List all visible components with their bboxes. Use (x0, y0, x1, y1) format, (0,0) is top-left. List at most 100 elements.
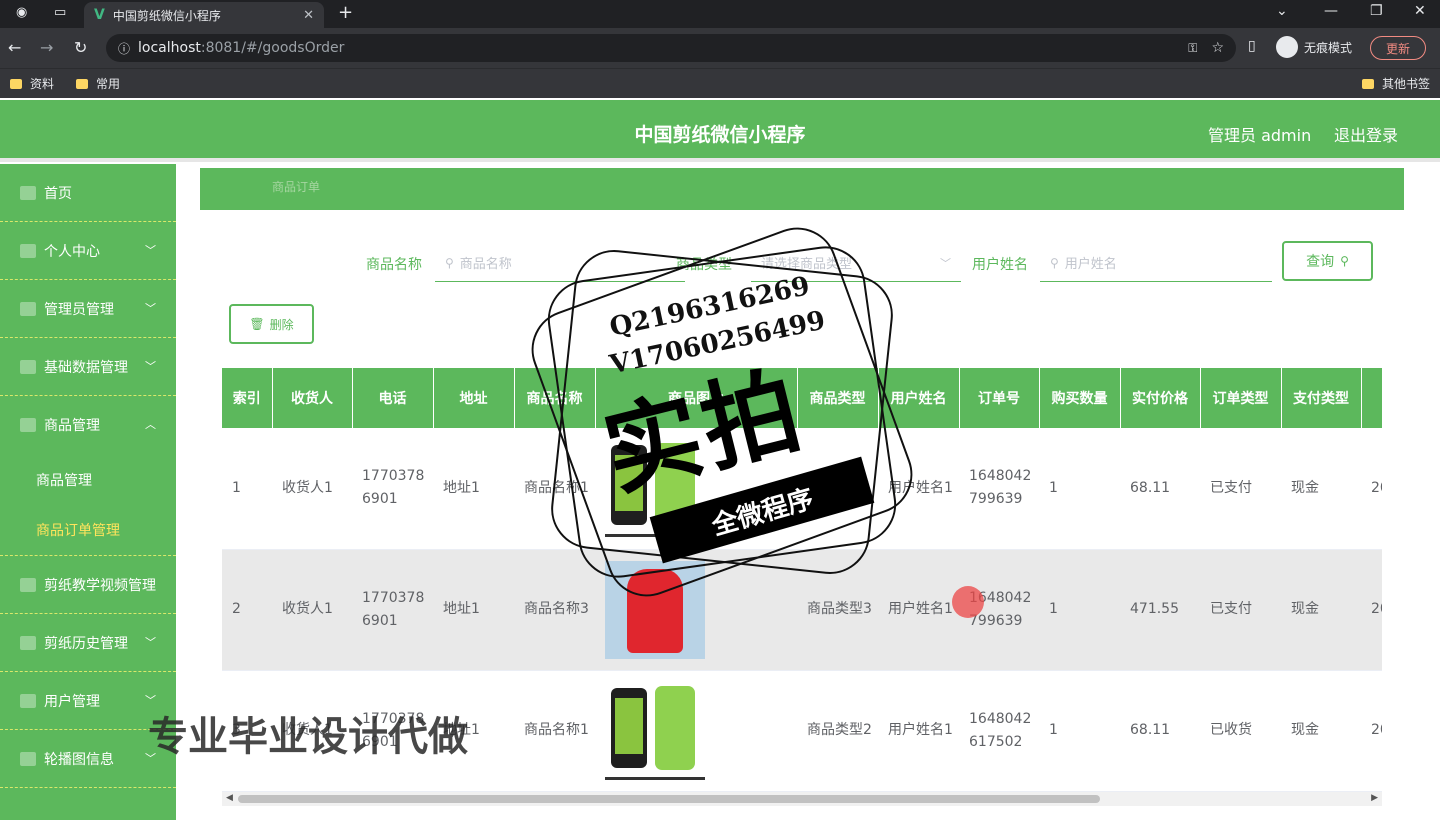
delete-label: 删除 (269, 317, 294, 332)
update-label: 更新 (1385, 41, 1410, 56)
sidebar-item-admin-manage[interactable]: 管理员管理 ﹀ (0, 280, 176, 338)
cursor-highlight (952, 586, 984, 618)
sidebar-subitem-goods[interactable]: 商品管理 (0, 454, 176, 505)
scroll-right-icon[interactable]: ▶ (1371, 793, 1378, 803)
cell-pay-type: 现金 (1281, 428, 1361, 550)
table-horizontal-scrollbar[interactable]: ◀ ▶ (222, 792, 1382, 806)
reload-icon[interactable]: ↻ (74, 38, 87, 57)
search-icon: ⚲ (1050, 255, 1059, 270)
sidebar-item-label: 剪纸历史管理 (44, 635, 128, 652)
tab-strip-icon[interactable]: ▭ (54, 5, 66, 20)
admin-icon (20, 301, 36, 316)
minimize-icon[interactable]: — (1324, 3, 1338, 19)
scrollbar-thumb[interactable] (238, 795, 1100, 803)
sidebar-item-label: 首页 (44, 185, 72, 202)
cell-order-type: 已支付 (1200, 428, 1281, 550)
bookmark-label: 资料 (30, 77, 55, 91)
goods-name-label: 商品名称 (366, 257, 422, 273)
column-header: 订单类型 (1200, 368, 1282, 428)
column-header: 索引 (222, 368, 273, 428)
bookmark-label: 常用 (96, 77, 121, 91)
sidebar-item-label: 基础数据管理 (44, 359, 128, 376)
sidebar-toggle-icon[interactable]: ▯ (1248, 38, 1256, 54)
watermark-text: 专业毕业设计代做 (148, 714, 468, 760)
incognito-indicator[interactable]: 无痕模式 (1276, 36, 1352, 58)
cell-time: 20-20: (1361, 549, 1382, 671)
breadcrumb-current[interactable]: 商品订单 (272, 178, 320, 195)
url-path: :8081/#/goodsOrder (200, 40, 345, 56)
cell-qty: 1 (1039, 549, 1120, 671)
column-header: 收货人 (272, 368, 353, 428)
sidebar-item-personal-center[interactable]: 个人中心 ﹀ (0, 222, 176, 280)
back-icon[interactable]: ← (8, 38, 21, 57)
address-bar: ← → ↻ ⓘ localhost :8081/#/goodsOrder ⚿ ☆… (0, 28, 1440, 68)
scroll-left-icon[interactable]: ◀ (226, 793, 233, 803)
search-icon: ⚲ (445, 255, 454, 270)
browser-tab[interactable]: V 中国剪纸微信小程序 ✕ (84, 2, 324, 28)
tab-title: 中国剪纸微信小程序 (112, 8, 221, 23)
cell-goods-type: 商品类型2 (797, 670, 878, 792)
chevron-up-icon: ︿ (145, 418, 156, 431)
query-button[interactable]: 查询 ⚲ (1282, 241, 1373, 281)
sidebar-item-goods-manage[interactable]: 商品管理 ︿ (0, 396, 176, 454)
trash-icon: 🗑 (249, 317, 265, 331)
column-header: 地址 (433, 368, 515, 428)
sidebar-item-base-data[interactable]: 基础数据管理 ﹀ (0, 338, 176, 396)
folder-icon (10, 78, 22, 89)
bookmark-item[interactable]: 常用 (76, 75, 120, 92)
cell-index: 1 (222, 428, 272, 550)
cell-qty: 1 (1039, 428, 1120, 550)
cell-order-no: 1648042617502 (959, 670, 1039, 792)
cell-time: 20-26: (1361, 670, 1382, 792)
sidebar-item-home[interactable]: 首页 (0, 164, 176, 222)
bookmark-item[interactable]: 资料 (10, 75, 54, 92)
key-icon[interactable]: ⚿ (1188, 41, 1197, 56)
forward-icon[interactable]: → (40, 38, 53, 57)
sidebar-item-label: 轮播图信息 (44, 751, 114, 768)
new-tab-icon[interactable]: + (338, 2, 353, 23)
user-name-label: 用户姓名 (972, 257, 1028, 273)
sidebar-item-video-manage[interactable]: 剪纸教学视频管理 (0, 556, 176, 614)
chevron-down-icon[interactable]: ⌄ (1276, 3, 1288, 19)
goods-image-phone[interactable] (605, 681, 705, 780)
column-header: 支付类型 (1281, 368, 1362, 428)
cell-receiver: 收货人1 (272, 549, 352, 671)
grid-icon (20, 359, 36, 374)
window-close-icon[interactable]: ✕ (1414, 3, 1426, 19)
other-bookmarks[interactable]: 其他书签 (1362, 75, 1430, 92)
bookmarks-bar: 资料 常用 其他书签 (0, 68, 1440, 98)
sidebar-subitem-goods-order[interactable]: 商品订单管理 (0, 505, 176, 556)
url-input[interactable]: ⓘ localhost :8081/#/goodsOrder ⚿ ☆ (106, 34, 1236, 62)
sidebar-item-label: 用户管理 (44, 693, 100, 710)
users-icon (20, 693, 36, 708)
cell-phone: 17703786901 (352, 428, 433, 550)
cell-price: 68.11 (1120, 428, 1200, 550)
sidebar-item-label: 管理员管理 (44, 301, 114, 318)
goods-name-placeholder: 商品名称 (459, 257, 512, 272)
delete-button[interactable]: 🗑 删除 (229, 304, 314, 344)
cell-price: 471.55 (1120, 549, 1200, 671)
info-icon[interactable]: ⓘ (118, 40, 130, 57)
vue-logo-icon: V (94, 7, 105, 23)
tab-close-icon[interactable]: ✕ (303, 8, 314, 23)
cell-time: 20-20: (1361, 428, 1382, 550)
globe-icon[interactable]: ◉ (16, 5, 27, 20)
logout-button[interactable]: 退出登录 (1334, 122, 1398, 146)
sidebar-item-history-manage[interactable]: 剪纸历史管理 ﹀ (0, 614, 176, 672)
star-icon[interactable]: ☆ (1211, 40, 1224, 56)
incognito-label: 无痕模式 (1304, 40, 1353, 55)
restore-icon[interactable]: ❐ (1370, 3, 1383, 19)
user-icon (20, 243, 36, 258)
chevron-down-icon: ﹀ (145, 302, 156, 315)
cell-index: 2 (222, 549, 272, 671)
query-label: 查询 (1306, 254, 1335, 270)
user-name-input[interactable]: ⚲ 用户姓名 (1040, 244, 1272, 282)
chevron-down-icon: ﹀ (145, 636, 156, 649)
update-button[interactable]: 更新 (1370, 36, 1426, 60)
other-bookmarks-label: 其他书签 (1382, 77, 1431, 91)
user-name-placeholder: 用户姓名 (1064, 257, 1117, 272)
phone-back-shape (655, 685, 695, 770)
app-header: 中国剪纸微信小程序 管理员 admin 退出登录 (0, 100, 1440, 162)
cell-goods-name: 商品名称1 (514, 670, 595, 792)
search-icon: ⚲ (1340, 254, 1349, 268)
